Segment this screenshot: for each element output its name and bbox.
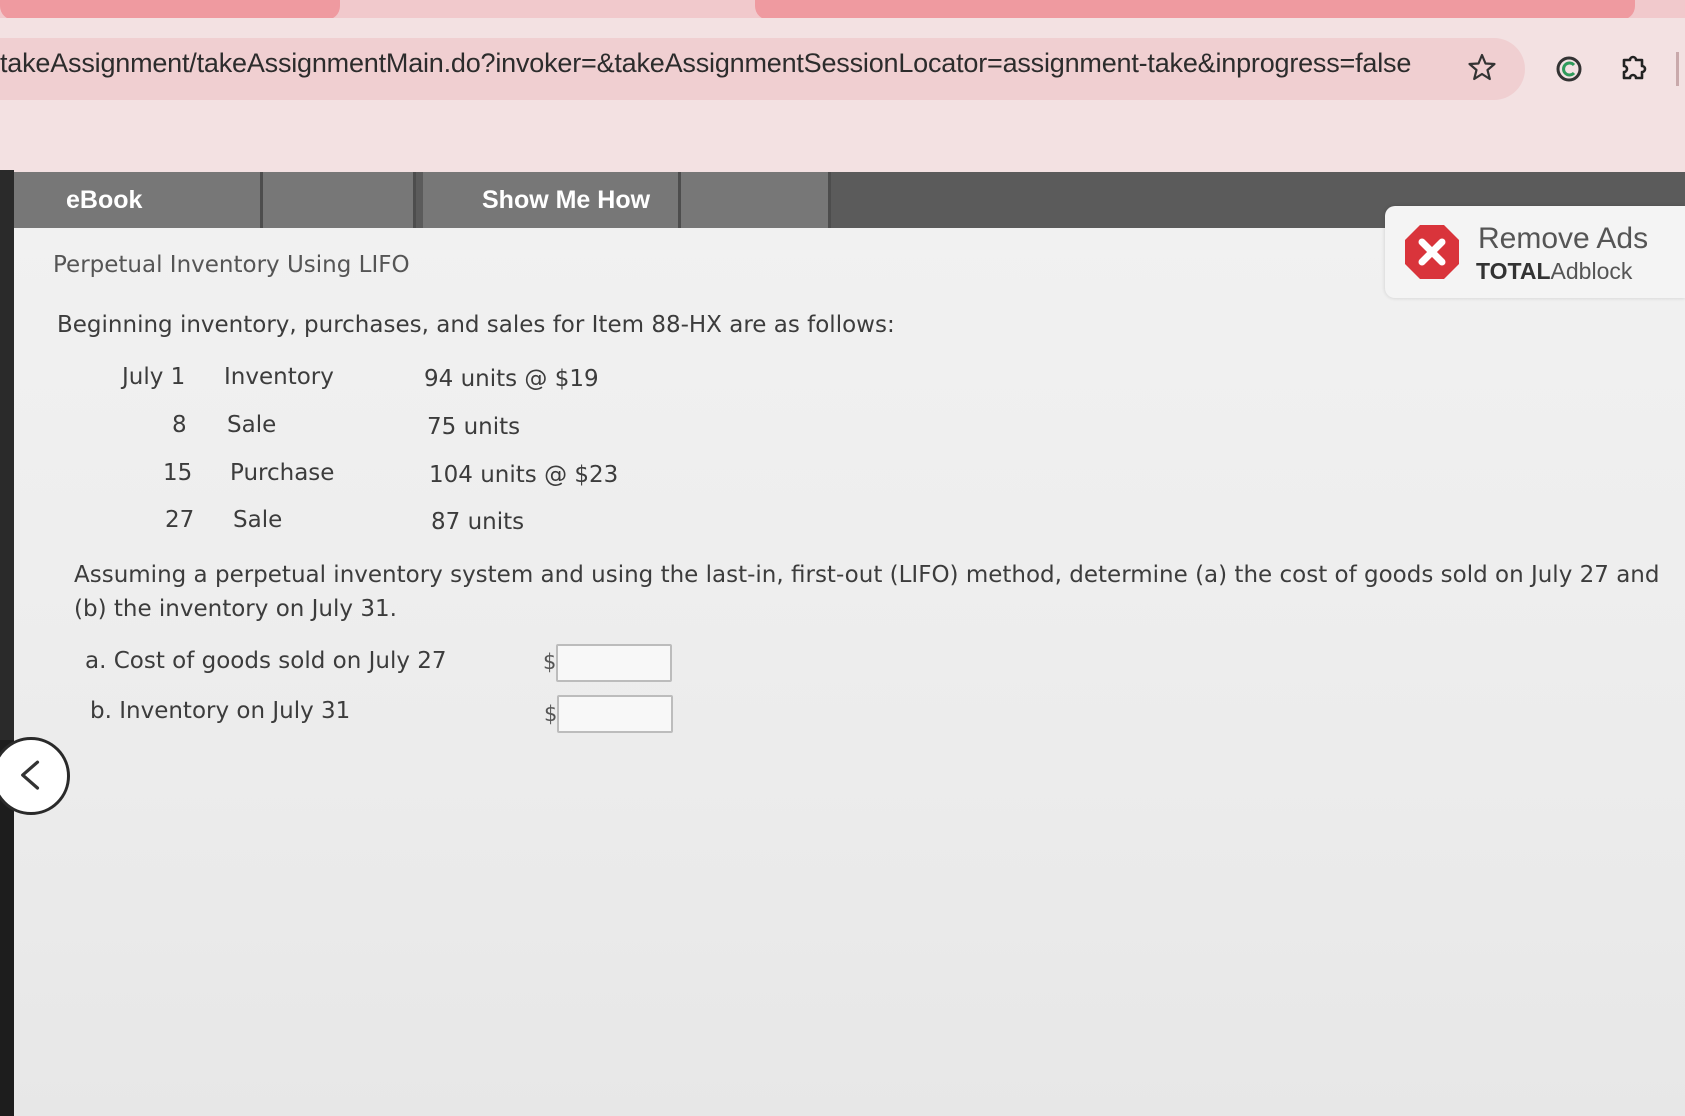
show-me-how-label[interactable]: Show Me How: [482, 172, 650, 228]
browser-tab[interactable]: [0, 0, 340, 20]
row-type: Sale: [227, 412, 277, 438]
remove-ads-title[interactable]: Remove Ads: [1478, 222, 1648, 256]
star-icon[interactable]: [1467, 52, 1497, 82]
row-day: 15: [163, 460, 193, 486]
row-qty: 87 units: [431, 509, 525, 535]
browser-tab[interactable]: [755, 0, 1635, 20]
answer-a-label: a. Cost of goods sold on July 27: [85, 648, 447, 674]
row-qty: 75 units: [427, 414, 521, 440]
answer-a-currency: $: [543, 650, 557, 674]
adblock-brand: TOTALAdblock: [1476, 258, 1632, 285]
back-button[interactable]: [0, 737, 70, 815]
problem-title: Perpetual Inventory Using LIFO: [53, 252, 410, 278]
ebook-label[interactable]: eBook: [66, 172, 142, 228]
puzzle-icon[interactable]: [1618, 52, 1650, 84]
toolbar-blank-button[interactable]: [263, 172, 416, 228]
row-day: 8: [172, 412, 187, 438]
cost-of-goods-sold-input[interactable]: [556, 644, 672, 682]
extension-icon[interactable]: [1555, 55, 1583, 83]
row-qty: 104 units @ $23: [429, 462, 619, 488]
row-qty: 94 units @ $19: [424, 366, 599, 392]
row-type: Inventory: [224, 364, 334, 390]
adblock-brand-bold: TOTAL: [1476, 258, 1551, 284]
problem-question: Assuming a perpetual inventory system an…: [74, 562, 1660, 622]
url-text[interactable]: takeAssignment/takeAssignmentMain.do?inv…: [0, 48, 1440, 79]
answer-b-currency: $: [544, 702, 558, 726]
adblock-brand-rest: Adblock: [1550, 258, 1633, 284]
answer-b-label: b. Inventory on July 31: [90, 698, 351, 724]
row-type: Purchase: [230, 460, 335, 486]
row-type: Sale: [233, 507, 283, 533]
problem-intro: Beginning inventory, purchases, and sale…: [57, 312, 895, 338]
toolbar-blank-button[interactable]: [681, 172, 831, 228]
row-day: July 1: [122, 364, 186, 390]
row-day: 27: [165, 507, 195, 533]
chevron-left-icon: [21, 760, 40, 790]
toolbar-divider: [1676, 52, 1679, 86]
inventory-input[interactable]: [557, 695, 673, 733]
close-ad-icon[interactable]: [1403, 223, 1461, 281]
